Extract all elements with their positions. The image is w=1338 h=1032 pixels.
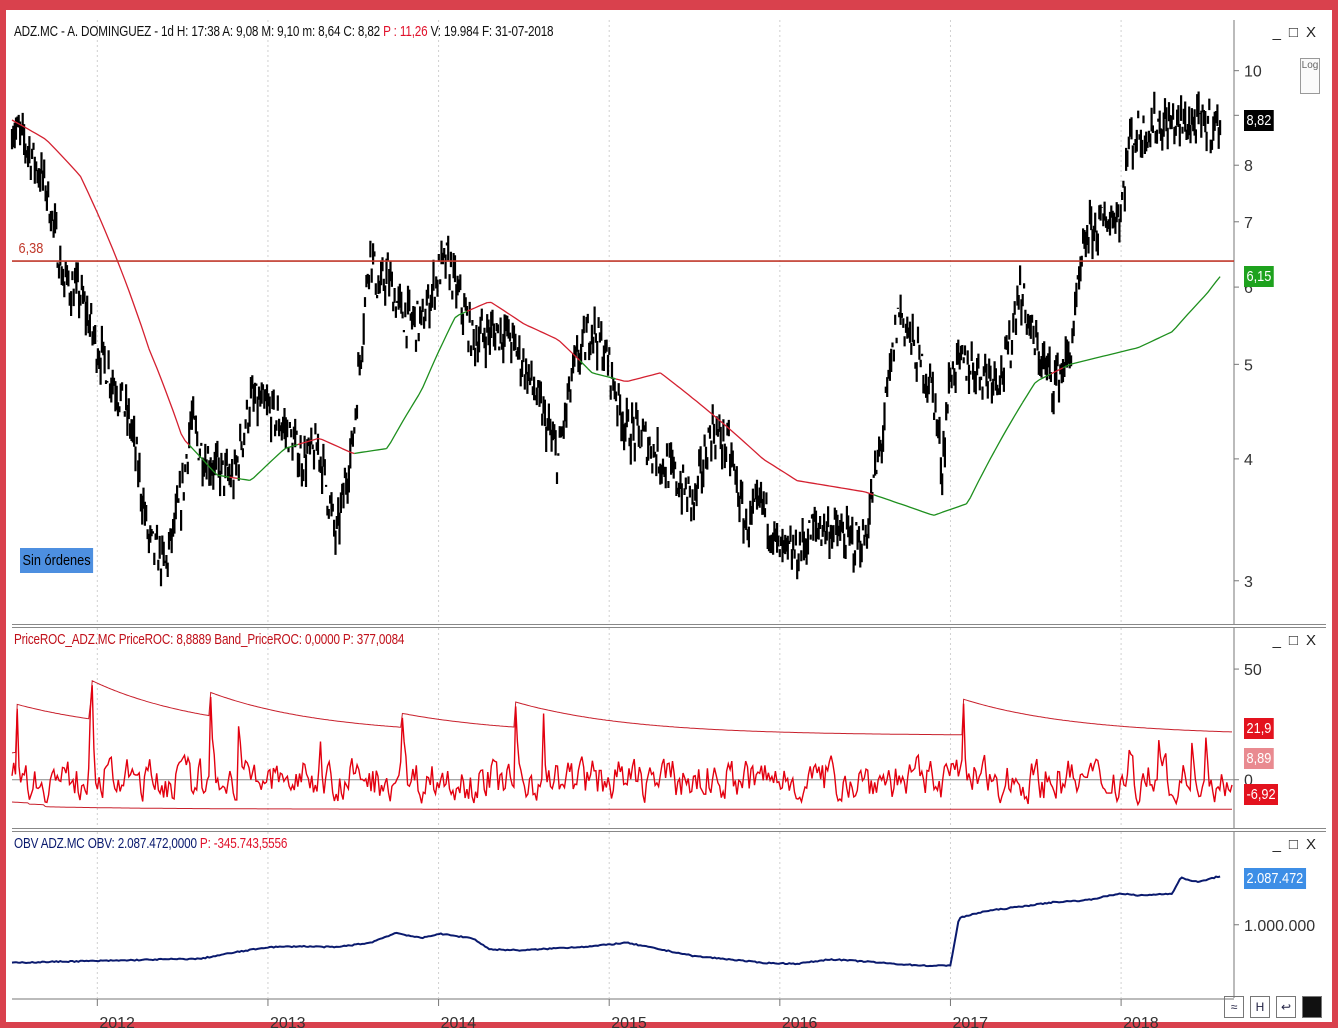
- obv-value-tag: 2.087.472: [1244, 868, 1306, 889]
- obv-pane[interactable]: 1.000.000 OBV ADZ.MC OBV: 2.087.472,0000…: [11, 832, 1326, 998]
- close-icon[interactable]: X: [1306, 836, 1316, 853]
- log-scale-button[interactable]: Log: [1300, 58, 1320, 94]
- obv-header-text: OBV ADZ.MC OBV: 2.087.472,0000: [14, 835, 200, 852]
- minimize-icon[interactable]: _: [1273, 632, 1281, 649]
- minimize-icon[interactable]: _: [1273, 836, 1281, 853]
- bottom-toolbar: ≈ H ↩: [1224, 996, 1322, 1018]
- last-price-tag: 8,82: [1244, 110, 1274, 131]
- maximize-icon[interactable]: □: [1289, 632, 1298, 649]
- price-header: ADZ.MC - A. DOMINGUEZ - 1d H: 17:38 A: 9…: [14, 23, 554, 40]
- roc-lower-band: [11, 801, 1232, 810]
- ma-series-below: [188, 276, 1221, 516]
- hline-value-label: 6,38: [18, 240, 44, 257]
- sin-ordenes-badge[interactable]: Sin órdenes: [20, 548, 94, 573]
- x-axis: 2012 2013 2014 2015 2016 2017 2018: [12, 998, 1234, 1032]
- roc-pane[interactable]: 50 0 PriceROC_ADZ.MC PriceROC: 8,8889 Ban…: [11, 628, 1326, 828]
- obv-axis-label: 1.000.000: [1244, 918, 1315, 935]
- roc-axis-label: 50: [1244, 662, 1262, 679]
- obv-chart-svg[interactable]: 1.000.000: [11, 832, 1338, 998]
- roc-chart-svg[interactable]: 500: [11, 628, 1338, 828]
- price-series: [10, 91, 1222, 587]
- arrow-icon[interactable]: ↩: [1276, 996, 1296, 1018]
- price-window-controls: _ □ X: [1273, 24, 1316, 41]
- price-axis-label: 7: [1244, 215, 1253, 232]
- obv-header-p: P: -345.743,5556: [199, 835, 288, 852]
- price-axis-label: 8: [1244, 158, 1253, 175]
- obv-window-controls: _ □ X: [1273, 836, 1316, 853]
- price-header-rest: V: 19.984 F: 31-07-2018: [427, 23, 554, 40]
- roc-header-text: PriceROC_ADZ.MC PriceROC: 8,8889 Band_Pr…: [14, 631, 405, 648]
- roc-upper-tag: 21,9: [1244, 718, 1274, 739]
- price-header-text: ADZ.MC - A. DOMINGUEZ - 1d H: 17:38 A: 9…: [14, 23, 384, 40]
- price-chart-svg[interactable]: 109876543: [10, 20, 1338, 624]
- ma-series-above: [11, 119, 1064, 496]
- roc-upper-band: [11, 680, 1232, 754]
- roc-window-controls: _ □ X: [1273, 632, 1316, 649]
- price-header-p: P : 11,26: [383, 23, 428, 40]
- price-axis-label: 4: [1244, 452, 1253, 469]
- price-pane[interactable]: 109876543 ADZ.MC - A. DOMINGUEZ - 1d H: …: [10, 20, 1326, 624]
- obv-header: OBV ADZ.MC OBV: 2.087.472,0000 P: -345.7…: [14, 835, 287, 852]
- close-icon[interactable]: X: [1306, 632, 1316, 649]
- ma-value-tag: 6,15: [1244, 266, 1274, 287]
- fill-icon[interactable]: [1302, 996, 1322, 1018]
- wave-icon[interactable]: ≈: [1224, 996, 1244, 1018]
- roc-header: PriceROC_ADZ.MC PriceROC: 8,8889 Band_Pr…: [14, 631, 404, 648]
- roc-series: [11, 685, 1233, 807]
- price-axis-label: 5: [1244, 357, 1253, 374]
- x-axis-label: 2013: [270, 1015, 306, 1032]
- price-axis-label: 3: [1244, 574, 1253, 591]
- maximize-icon[interactable]: □: [1289, 24, 1298, 41]
- roc-lower-tag: -6,92: [1244, 784, 1279, 805]
- chart-window: 109876543 ADZ.MC - A. DOMINGUEZ - 1d H: …: [0, 0, 1338, 1032]
- x-axis-label: 2018: [1123, 1015, 1159, 1032]
- obv-series: [11, 875, 1221, 968]
- roc-value-tag: 8,89: [1244, 748, 1274, 769]
- hold-icon[interactable]: H: [1250, 996, 1270, 1018]
- close-icon[interactable]: X: [1306, 24, 1316, 41]
- price-axis-label: 10: [1244, 64, 1262, 81]
- x-axis-label: 2012: [99, 1015, 135, 1032]
- x-axis-label: 2015: [611, 1015, 647, 1032]
- x-axis-label: 2014: [441, 1015, 477, 1032]
- x-axis-label: 2017: [952, 1015, 988, 1032]
- x-axis-label: 2016: [782, 1015, 818, 1032]
- minimize-icon[interactable]: _: [1273, 24, 1281, 41]
- maximize-icon[interactable]: □: [1289, 836, 1298, 853]
